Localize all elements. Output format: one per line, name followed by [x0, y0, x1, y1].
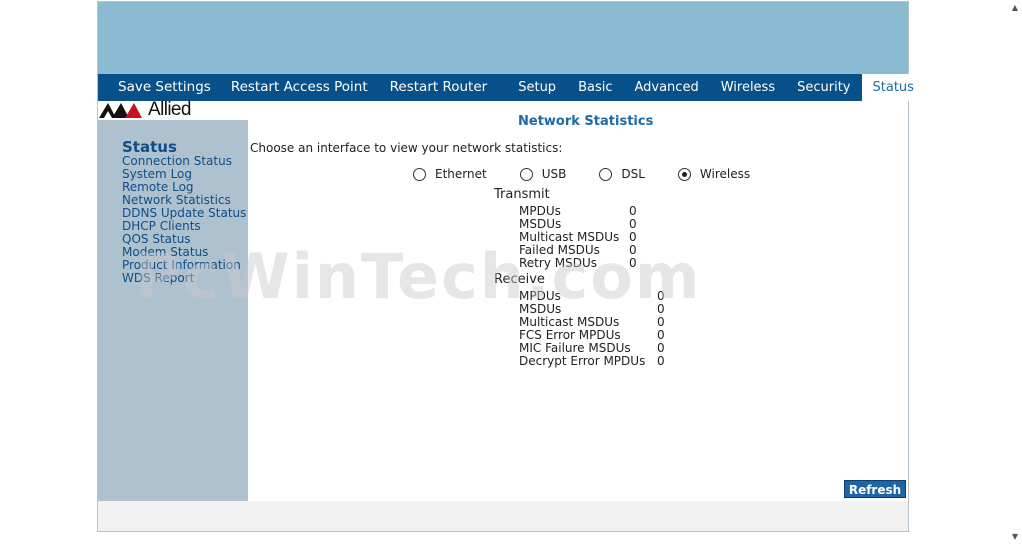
stat-label: MIC Failure MSDUs: [519, 341, 631, 355]
refresh-button[interactable]: Refresh: [844, 480, 906, 498]
stat-label: MPDUs: [519, 289, 561, 303]
stat-label: FCS Error MPDUs: [519, 328, 621, 342]
top-nav: Save Settings Restart Access Point Resta…: [98, 74, 969, 101]
radio-dsl-label: DSL: [621, 167, 645, 181]
radio-ethernet[interactable]: Ethernet: [413, 167, 487, 181]
nav-advanced[interactable]: Advanced: [623, 74, 709, 101]
radio-dsl-circle[interactable]: [599, 167, 613, 181]
allied-telesis-logo-icon: [99, 103, 142, 118]
router-frame: Save Settings Restart Access Point Resta…: [97, 1, 969, 532]
radio-usb[interactable]: USB: [519, 167, 567, 181]
vertical-scrollbar[interactable]: ▲ ▼: [1005, 0, 1022, 544]
stat-label: MSDUs: [519, 302, 562, 316]
transmit-title: Transmit: [494, 187, 550, 202]
scroll-down-arrow-icon[interactable]: ▼: [1012, 532, 1018, 541]
receive-title: Receive: [494, 272, 545, 287]
stat-label: Multicast MSDUs: [519, 230, 620, 244]
stat-label: Retry MSDUs: [519, 256, 597, 270]
nav-save-settings[interactable]: Save Settings: [98, 74, 219, 101]
sidebar-item-wds-report[interactable]: WDS Report: [122, 272, 246, 285]
stat-row: Decrypt Error MPDUs 0: [519, 354, 665, 368]
stat-label: Decrypt Error MPDUs: [519, 354, 646, 368]
interface-radio-group: Ethernet USB DSL Wireless: [413, 167, 783, 181]
stat-label: MSDUs: [519, 217, 562, 231]
stat-label: MPDUs: [519, 204, 561, 218]
nav-setup[interactable]: Setup: [507, 74, 567, 101]
radio-wireless-circle[interactable]: [677, 167, 691, 181]
sidebar: Status Connection Status System Log Remo…: [98, 120, 248, 501]
radio-ethernet-circle[interactable]: [413, 167, 426, 181]
radio-ethernet-label: Ethernet: [435, 167, 487, 181]
stat-label: Failed MSDUs: [519, 243, 600, 257]
scroll-up-arrow-icon[interactable]: ▲: [1012, 3, 1018, 12]
radio-wireless[interactable]: Wireless: [677, 167, 751, 181]
nav-wireless[interactable]: Wireless: [710, 74, 786, 101]
interface-prompt: Choose an interface to view your network…: [250, 141, 563, 155]
page-title: Network Statistics: [518, 114, 654, 129]
stat-value: 0: [657, 354, 665, 368]
radio-usb-label: USB: [541, 167, 567, 181]
nav-security[interactable]: Security: [786, 74, 861, 101]
logo: Allied Telesis: [98, 99, 248, 142]
nav-status[interactable]: Status: [861, 74, 925, 101]
nav-help[interactable]: Help: [925, 74, 980, 101]
nav-restart-router[interactable]: Restart Router: [376, 74, 496, 101]
header-banner: [98, 2, 908, 74]
sidebar-list: Connection Status System Log Remote Log …: [122, 155, 246, 285]
main-content: Network Statistics Choose an interface t…: [248, 101, 908, 501]
radio-dsl[interactable]: DSL: [599, 167, 645, 181]
radio-wireless-label: Wireless: [699, 167, 751, 181]
stat-value: 0: [629, 256, 637, 270]
nav-restart-access-point[interactable]: Restart Access Point: [219, 74, 376, 101]
nav-basic[interactable]: Basic: [567, 74, 623, 101]
stat-row: Retry MSDUs 0: [519, 256, 637, 270]
radio-usb-circle[interactable]: [519, 167, 533, 181]
stat-label: Multicast MSDUs: [519, 315, 620, 329]
